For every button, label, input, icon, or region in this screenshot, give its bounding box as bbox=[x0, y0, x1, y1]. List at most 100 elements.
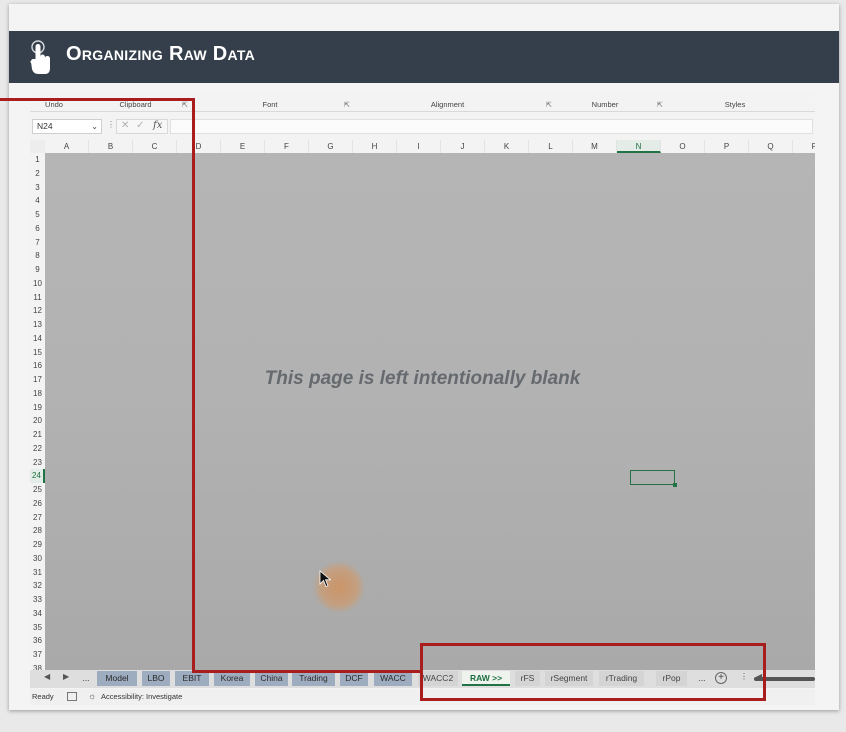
sheet-tab-wacc[interactable]: WACC bbox=[374, 671, 412, 686]
worksheet-grid[interactable] bbox=[45, 153, 815, 670]
slide-title-bar: Organizing Raw Data bbox=[9, 31, 839, 83]
sheet-tab-ebit[interactable]: EBIT bbox=[175, 671, 209, 686]
tab-scroll-left-icon[interactable]: ◀ bbox=[44, 672, 50, 681]
column-header-r[interactable]: R bbox=[793, 140, 815, 153]
row-header-28[interactable]: 28 bbox=[30, 524, 45, 538]
column-header-m[interactable]: M bbox=[573, 140, 617, 153]
ribbon-group-font[interactable]: Font bbox=[195, 98, 345, 112]
row-header-11[interactable]: 11 bbox=[30, 291, 45, 305]
row-header-23[interactable]: 23 bbox=[30, 456, 45, 470]
column-header-h[interactable]: H bbox=[353, 140, 397, 153]
column-header-o[interactable]: O bbox=[661, 140, 705, 153]
row-header-12[interactable]: 12 bbox=[30, 304, 45, 318]
row-headers: 1 2 3 4 5 6 7 8 9 10 11 12 13 14 15 16 17 18 19 20 21 22 23 24 2… bbox=[30, 153, 45, 673]
row-header-14[interactable]: 14 bbox=[30, 332, 45, 346]
row-header-19[interactable]: 19 bbox=[30, 401, 45, 415]
column-header-l[interactable]: L bbox=[529, 140, 573, 153]
column-header-b[interactable]: B bbox=[89, 140, 133, 153]
column-header-a[interactable]: A bbox=[45, 140, 89, 153]
sheet-tab-lbo[interactable]: LBO bbox=[142, 671, 170, 686]
number-dialog-launcher-icon[interactable]: ⇱ bbox=[657, 101, 663, 109]
row-header-9[interactable]: 9 bbox=[30, 263, 45, 277]
row-header-5[interactable]: 5 bbox=[30, 208, 45, 222]
status-ready: Ready bbox=[32, 692, 54, 701]
row-header-20[interactable]: 20 bbox=[30, 414, 45, 428]
row-header-35[interactable]: 35 bbox=[30, 621, 45, 635]
row-header-29[interactable]: 29 bbox=[30, 538, 45, 552]
formula-buttons: ✕ ✓ fx bbox=[116, 119, 168, 134]
row-header-34[interactable]: 34 bbox=[30, 607, 45, 621]
row-header-7[interactable]: 7 bbox=[30, 236, 45, 250]
row-header-27[interactable]: 27 bbox=[30, 511, 45, 525]
column-headers: ABCDEFGHIJKLMNOPQR bbox=[30, 140, 815, 153]
sheet-tab-more[interactable]: ... bbox=[80, 671, 92, 686]
column-header-p[interactable]: P bbox=[705, 140, 749, 153]
accessibility-status[interactable]: Accessibility: Investigate bbox=[101, 692, 182, 701]
row-header-1[interactable]: 1 bbox=[30, 153, 45, 167]
sheet-tab-model[interactable]: Model bbox=[97, 671, 137, 686]
row-header-26[interactable]: 26 bbox=[30, 497, 45, 511]
ribbon-group-styles[interactable]: Styles bbox=[670, 98, 800, 112]
fill-handle[interactable] bbox=[673, 483, 677, 487]
row-header-30[interactable]: 30 bbox=[30, 552, 45, 566]
selected-cell-n24[interactable] bbox=[630, 470, 677, 487]
mouse-pointer-icon bbox=[319, 570, 332, 588]
column-header-e[interactable]: E bbox=[221, 140, 265, 153]
alignment-dialog-launcher-icon[interactable]: ⇱ bbox=[546, 101, 552, 109]
sheet-tab-korea[interactable]: Korea bbox=[214, 671, 250, 686]
pointing-hand-icon bbox=[30, 40, 50, 74]
annotation-line-bottom bbox=[192, 670, 422, 673]
tab-scroll-right-icon[interactable]: ▶ bbox=[63, 672, 69, 681]
clipboard-dialog-launcher-icon[interactable]: ⇱ bbox=[182, 101, 188, 109]
macro-record-icon[interactable] bbox=[67, 692, 77, 701]
row-header-8[interactable]: 8 bbox=[30, 249, 45, 263]
insert-function-icon[interactable]: fx bbox=[153, 120, 162, 131]
row-header-33[interactable]: 33 bbox=[30, 593, 45, 607]
name-box[interactable]: N24 ⌄ bbox=[32, 119, 102, 134]
row-header-4[interactable]: 4 bbox=[30, 194, 45, 208]
blank-page-message: This page is left intentionally blank bbox=[264, 368, 581, 389]
row-header-37[interactable]: 37 bbox=[30, 648, 45, 662]
row-header-25[interactable]: 25 bbox=[30, 483, 45, 497]
row-header-3[interactable]: 3 bbox=[30, 181, 45, 195]
formula-bar: N24 ⌄ ⋮ ✕ ✓ fx bbox=[30, 117, 815, 137]
row-header-21[interactable]: 21 bbox=[30, 428, 45, 442]
column-header-q[interactable]: Q bbox=[749, 140, 793, 153]
annotation-line-top bbox=[0, 98, 195, 101]
ribbon-group-alignment[interactable]: Alignment bbox=[355, 98, 540, 112]
row-header-13[interactable]: 13 bbox=[30, 318, 45, 332]
annotation-line-vertical bbox=[192, 98, 195, 673]
column-header-g[interactable]: G bbox=[309, 140, 353, 153]
row-header-10[interactable]: 10 bbox=[30, 277, 45, 291]
slide-title: Organizing Raw Data bbox=[66, 43, 256, 65]
chevron-down-icon[interactable]: ⌄ bbox=[91, 120, 98, 133]
row-header-31[interactable]: 31 bbox=[30, 566, 45, 580]
accessibility-icon[interactable]: ☼ bbox=[88, 691, 96, 701]
sheet-tab-trading[interactable]: Trading bbox=[292, 671, 335, 686]
font-dialog-launcher-icon[interactable]: ⇱ bbox=[344, 101, 350, 109]
excel-window: Undo Clipboard ⇱ Font ⇱ Alignment ⇱ Numb… bbox=[30, 93, 815, 705]
row-header-6[interactable]: 6 bbox=[30, 222, 45, 236]
checkmark-icon[interactable]: ✓ bbox=[136, 120, 144, 131]
ribbon-group-number[interactable]: Number bbox=[555, 98, 655, 112]
sheet-tab-dcf[interactable]: DCF bbox=[340, 671, 368, 686]
vertical-ellipsis-icon[interactable]: ⋮ bbox=[107, 120, 115, 129]
row-header-32[interactable]: 32 bbox=[30, 579, 45, 593]
column-header-d[interactable]: D bbox=[177, 140, 221, 153]
row-header-24[interactable]: 24 bbox=[30, 469, 45, 483]
formula-input[interactable] bbox=[170, 119, 813, 134]
column-header-f[interactable]: F bbox=[265, 140, 309, 153]
cancel-icon[interactable]: ✕ bbox=[121, 120, 129, 131]
sheet-tab-china[interactable]: China bbox=[255, 671, 288, 686]
column-header-k[interactable]: K bbox=[485, 140, 529, 153]
column-header-c[interactable]: C bbox=[133, 140, 177, 153]
row-header-22[interactable]: 22 bbox=[30, 442, 45, 456]
column-header-j[interactable]: J bbox=[441, 140, 485, 153]
row-header-15[interactable]: 15 bbox=[30, 346, 45, 360]
name-box-value: N24 bbox=[37, 121, 53, 131]
column-header-n[interactable]: N bbox=[617, 140, 661, 153]
column-header-i[interactable]: I bbox=[397, 140, 441, 153]
row-header-36[interactable]: 36 bbox=[30, 634, 45, 648]
select-all-corner[interactable] bbox=[30, 140, 45, 153]
row-header-2[interactable]: 2 bbox=[30, 167, 45, 181]
